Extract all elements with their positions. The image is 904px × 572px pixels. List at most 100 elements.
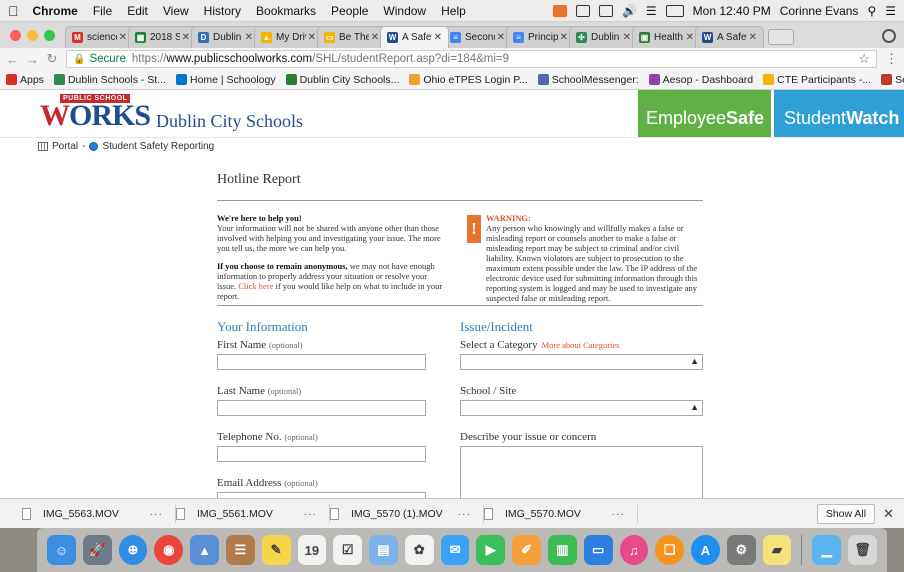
preview-icon[interactable]: ▤	[369, 535, 398, 565]
tab-1[interactable]: Mscience ol✕	[65, 26, 134, 48]
address-bar[interactable]: 🔒 Secure https:// www.publicschoolworks.…	[66, 50, 877, 68]
download-item[interactable]: IMG_5561.MOV ···	[176, 504, 330, 523]
menu-people[interactable]: People	[331, 4, 368, 18]
menu-history[interactable]: History	[204, 4, 241, 18]
notification-center-icon[interactable]: ☰	[885, 4, 896, 18]
bookmark-7[interactable]: Aesop - Dashboard	[648, 74, 753, 86]
download-options-button[interactable]: ···	[304, 508, 318, 520]
employee-safe-tab[interactable]: Employee Safe	[638, 90, 771, 137]
appstore-icon[interactable]: A	[691, 535, 720, 565]
profile-icon[interactable]	[882, 29, 896, 43]
menu-app-name[interactable]: Chrome	[33, 4, 78, 18]
minimize-window-button[interactable]	[27, 30, 38, 41]
spotlight-search-icon[interactable]: ⚲	[867, 4, 876, 18]
tab-close-icon[interactable]: ✕	[497, 32, 505, 43]
download-options-button[interactable]: ···	[612, 508, 626, 520]
school-site-select[interactable]: ▲︎	[460, 400, 703, 416]
student-watch-tab[interactable]: Student Watch	[774, 90, 904, 137]
itunes-icon[interactable]: ♫	[619, 535, 649, 565]
tab-9[interactable]: ✣ Dublin Sch✕	[569, 26, 638, 48]
tab-10[interactable]: ▣ Health & S✕	[632, 26, 701, 48]
tab-close-icon[interactable]: ✕	[182, 32, 190, 43]
battery-icon[interactable]	[665, 4, 684, 17]
tab-4[interactable]: ▲ My Drive –✕	[254, 26, 323, 48]
bookmark-8[interactable]: CTE Participants -...	[763, 74, 871, 86]
tab-6[interactable]: W A Safety &✕	[380, 26, 449, 48]
site-logo[interactable]: PUBLIC SCHOOL WORKS Dublin City Schools	[0, 90, 638, 137]
zoom-window-button[interactable]	[44, 30, 55, 41]
skype-icon[interactable]	[575, 4, 590, 17]
chrome-icon[interactable]: ◉	[154, 535, 184, 565]
lock-icon[interactable]: 🔒	[73, 54, 85, 65]
launchpad-icon[interactable]: 🚀	[82, 535, 112, 565]
bookmark-1[interactable]: Apps	[6, 74, 44, 86]
volume-icon[interactable]: 🔊	[622, 4, 637, 18]
tab-close-icon[interactable]: ✕	[119, 32, 127, 43]
bookmark-2[interactable]: Dublin Schools - St...	[53, 74, 166, 86]
close-downloads-icon[interactable]: ✕	[883, 506, 894, 522]
download-item[interactable]: IMG_5570.MOV ···	[484, 504, 638, 523]
breadcrumb-portal[interactable]: Portal	[52, 141, 78, 152]
contacts-icon[interactable]: ☰	[225, 535, 255, 565]
tab-11[interactable]: W A Safety &✕	[695, 26, 764, 48]
finder-icon[interactable]: ☺	[47, 535, 76, 565]
pages-icon[interactable]: ✐	[512, 535, 541, 565]
menu-view[interactable]: View	[163, 4, 189, 18]
ibooks-icon[interactable]: ❑	[655, 535, 685, 565]
more-about-categories-link[interactable]: More about Categories	[542, 340, 620, 350]
download-options-button[interactable]: ···	[458, 508, 472, 520]
menu-file[interactable]: File	[93, 4, 112, 18]
chrome-menu-icon[interactable]: ⋮	[885, 51, 898, 67]
telephone-input[interactable]	[217, 446, 426, 462]
tab-close-icon[interactable]: ✕	[686, 32, 694, 43]
user-name[interactable]: Corinne Evans	[780, 4, 859, 18]
notification-icon[interactable]	[552, 4, 567, 17]
back-arrow-icon[interactable]: ←	[6, 52, 19, 67]
safari-icon[interactable]: ⊕	[118, 535, 148, 565]
clock[interactable]: Mon 12:40 PM	[693, 4, 771, 18]
photos-icon[interactable]: ✿	[404, 535, 434, 565]
bookmark-3[interactable]: Home | Schoology	[175, 74, 276, 86]
bookmark-star-icon[interactable]: ☆	[858, 51, 870, 67]
click-here-link[interactable]: Click here	[238, 281, 273, 291]
tab-close-icon[interactable]: ✕	[245, 32, 253, 43]
tab-close-icon[interactable]: ✕	[434, 32, 442, 43]
reload-icon[interactable]: ↻	[46, 51, 58, 67]
new-tab-button[interactable]	[768, 29, 794, 45]
system-preferences-icon[interactable]: ⚙	[726, 535, 756, 565]
tab-close-icon[interactable]: ✕	[623, 32, 631, 43]
messages-icon[interactable]: ✉	[440, 535, 470, 565]
bookmark-5[interactable]: Ohio eTPES Login P...	[409, 74, 528, 86]
menu-window[interactable]: Window	[383, 4, 426, 18]
tab-close-icon[interactable]: ✕	[371, 32, 379, 43]
reminders-icon[interactable]: ☑	[333, 535, 363, 565]
trash-icon[interactable]: 🗑	[848, 535, 877, 565]
menu-edit[interactable]: Edit	[127, 4, 148, 18]
menu-bookmarks[interactable]: Bookmarks	[256, 4, 316, 18]
tab-close-icon[interactable]: ✕	[308, 32, 316, 43]
apple-icon[interactable]: 	[8, 3, 19, 19]
bookmark-9[interactable]: Self-Awareness: Re...	[881, 74, 904, 86]
secure-label[interactable]: Secure	[89, 53, 125, 65]
photo-icon[interactable]: ▲	[190, 535, 219, 565]
tab-7[interactable]: ≡ Secondary✕	[443, 26, 512, 48]
bookmark-6[interactable]: SchoolMessenger:	[537, 74, 639, 86]
notes-icon[interactable]: ✎	[261, 535, 291, 565]
tab-2[interactable]: ▦ 2018 Sum✕	[128, 26, 197, 48]
download-item[interactable]: IMG_5570 (1).MOV ···	[330, 504, 484, 523]
tab-5[interactable]: ▭ Be The Ch✕	[317, 26, 386, 48]
forward-arrow-icon[interactable]: →	[26, 52, 39, 67]
category-select[interactable]: ▲︎	[460, 354, 703, 370]
tab-close-icon[interactable]: ✕	[749, 32, 757, 43]
download-item[interactable]: IMG_5563.MOV ···	[22, 504, 176, 523]
facetime-icon[interactable]: ▶	[476, 535, 506, 565]
close-window-button[interactable]	[10, 30, 21, 41]
airplay-icon[interactable]	[598, 4, 613, 17]
wifi-icon[interactable]: ☰	[646, 4, 657, 18]
tab-close-icon[interactable]: ✕	[560, 32, 568, 43]
describe-textarea[interactable]: ∟	[460, 446, 703, 498]
bookmark-4[interactable]: Dublin City Schools...	[285, 74, 399, 86]
tab-8[interactable]: ≡ Principal's✕	[506, 26, 575, 48]
show-all-button[interactable]: Show All	[816, 503, 876, 524]
stickies-icon[interactable]: ▰	[762, 535, 792, 565]
